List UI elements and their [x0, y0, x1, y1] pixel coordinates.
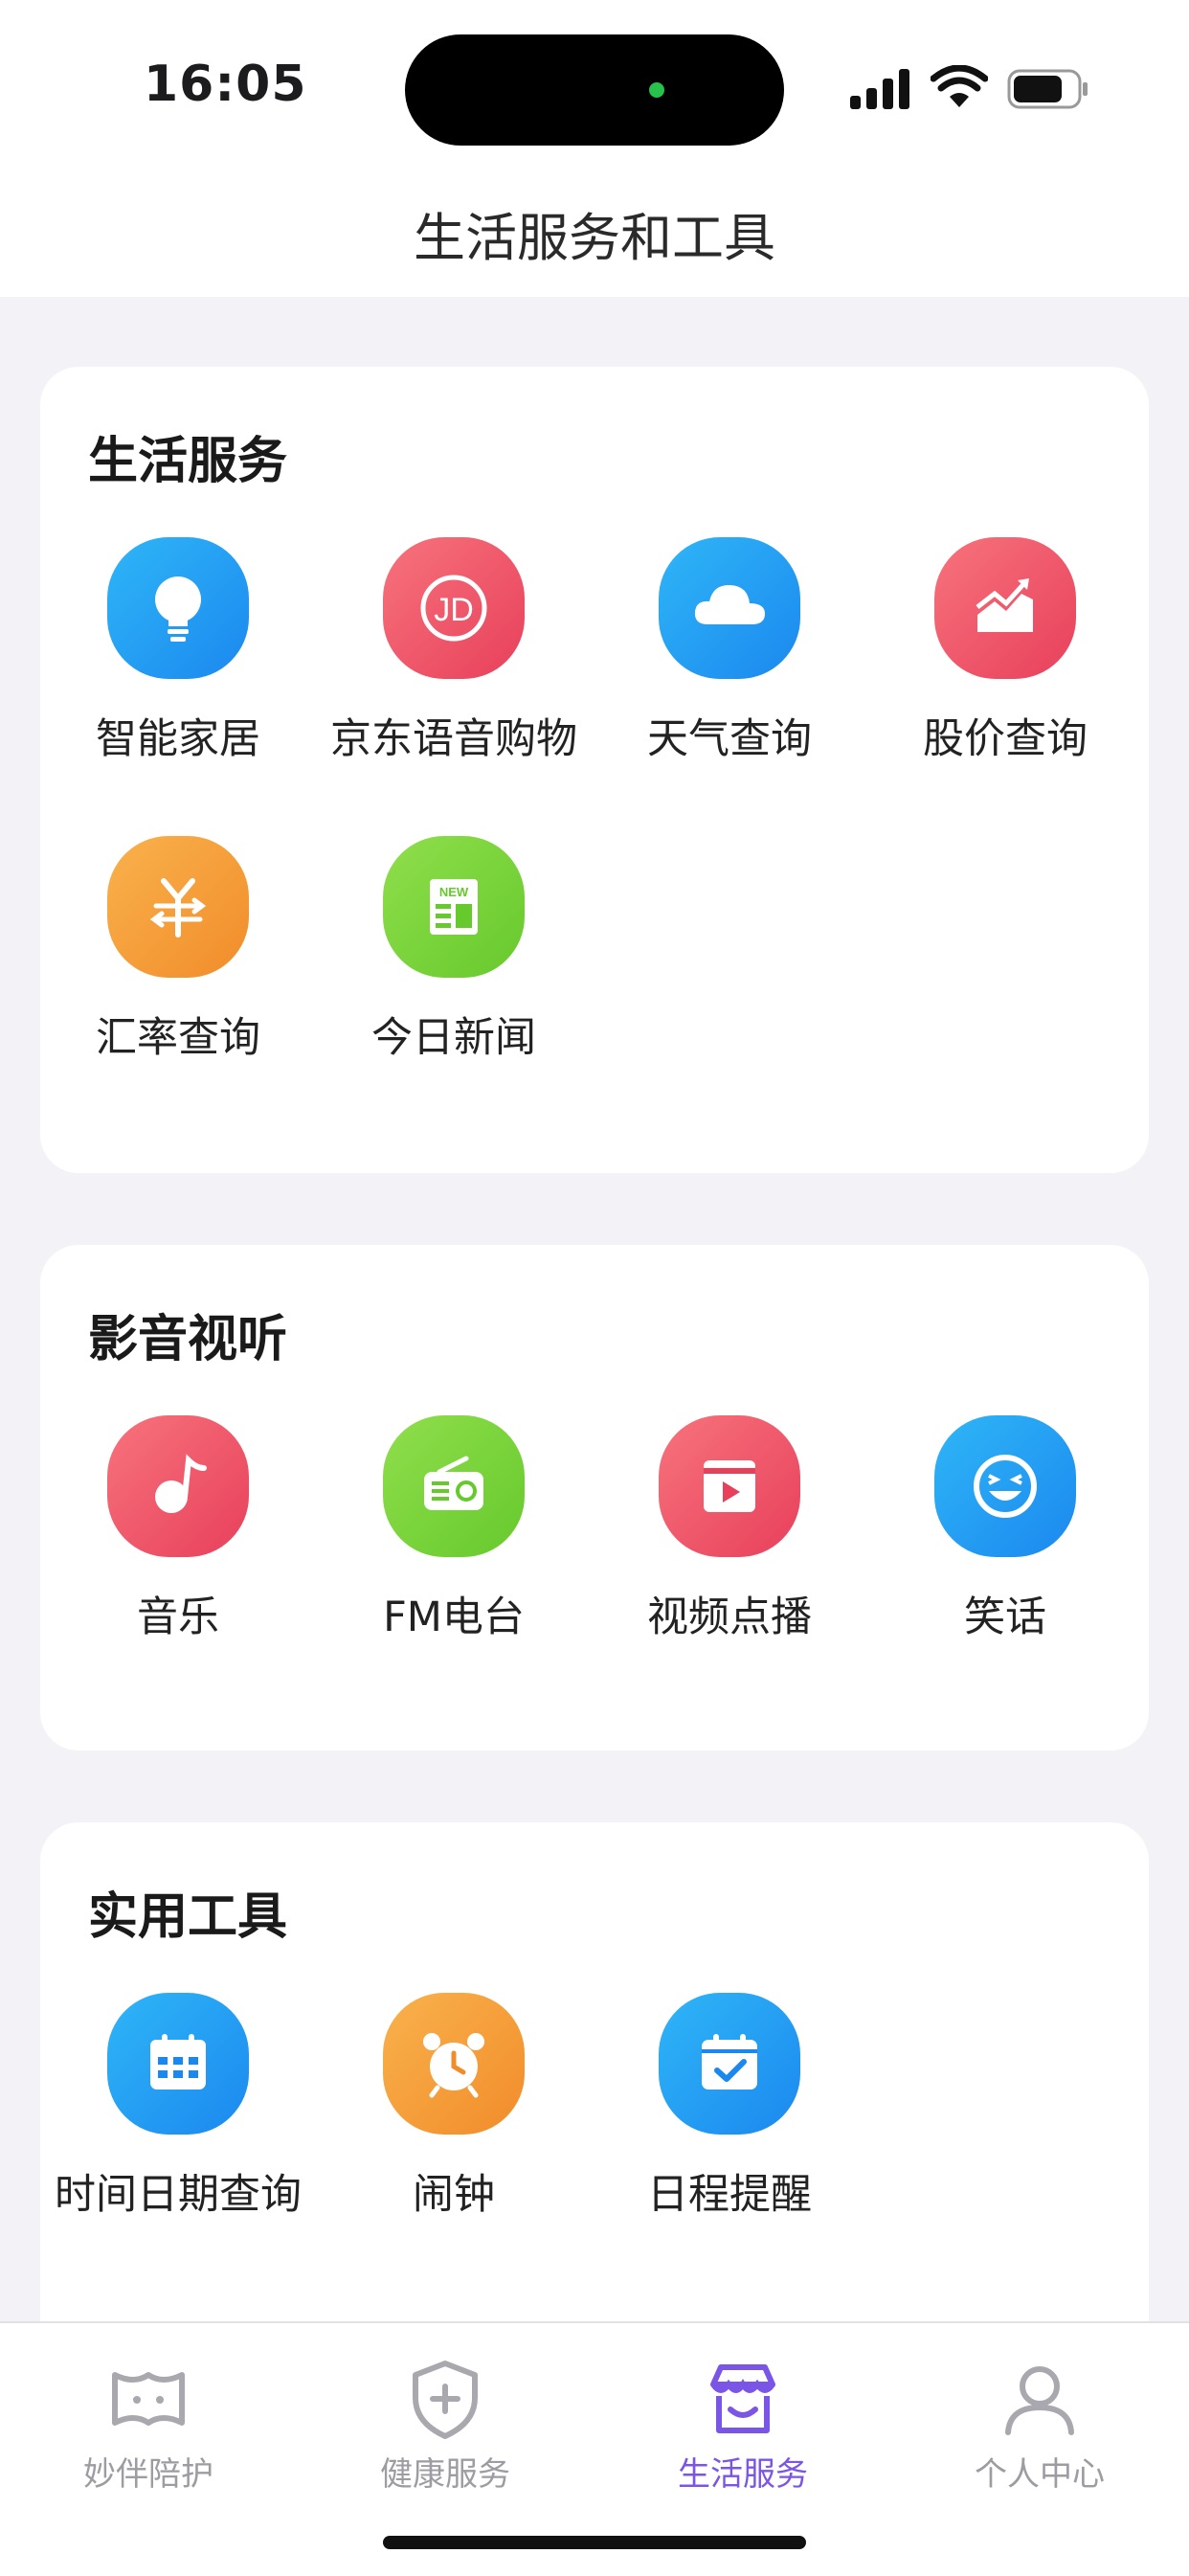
- tab-label: 健康服务: [380, 2455, 510, 2494]
- service-label: 京东语音购物: [330, 715, 577, 763]
- tab-label: 个人中心: [975, 2455, 1105, 2494]
- section-media: 影音视听 音乐 FM电台 视频点播 笑话: [40, 1245, 1149, 1751]
- tab-label: 生活服务: [678, 2455, 808, 2494]
- calendar-icon: [107, 1993, 249, 2135]
- svg-text:NEW: NEW: [439, 885, 469, 899]
- battery-icon: [1007, 69, 1088, 109]
- tab-profile[interactable]: 个人中心: [891, 2342, 1188, 2494]
- service-label: 今日新闻: [371, 1014, 536, 1062]
- dynamic-island: [405, 34, 784, 146]
- store-icon: [710, 2364, 775, 2433]
- page-title: 生活服务和工具: [414, 208, 775, 268]
- alarm-clock-icon: [383, 1993, 525, 2135]
- schedule-check-icon: [659, 1993, 800, 2135]
- section-life-services: 生活服务 智能家居 JD 京东语音购物 天气查询 股价查询 汇率查询 NEW 今…: [40, 367, 1149, 1173]
- service-jokes[interactable]: 笑话: [867, 1415, 1143, 1664]
- laughing-face-icon: [934, 1415, 1076, 1557]
- service-music[interactable]: 音乐: [40, 1415, 316, 1664]
- tool-label: 时间日期查询: [55, 2171, 302, 2219]
- service-label: 笑话: [964, 1593, 1046, 1641]
- tool-alarm-clock[interactable]: 闹钟: [316, 1993, 592, 2242]
- health-shield-icon: [413, 2361, 478, 2439]
- lightbulb-icon: [107, 537, 249, 679]
- cellular-signal-icon: [850, 69, 909, 109]
- service-label: 天气查询: [647, 715, 812, 763]
- status-bar: 16:05: [0, 0, 1189, 172]
- currency-exchange-icon: [107, 836, 249, 978]
- cloud-icon: [659, 537, 800, 679]
- tab-life-services[interactable]: 生活服务: [594, 2342, 891, 2494]
- music-note-icon: [107, 1415, 249, 1557]
- section-title: 实用工具: [88, 1888, 288, 1946]
- jd-logo-icon: JD: [383, 537, 525, 679]
- profile-icon: [1005, 2366, 1074, 2435]
- service-jd-shopping[interactable]: JD 京东语音购物: [316, 537, 592, 786]
- service-exchange-rate[interactable]: 汇率查询: [40, 836, 316, 1085]
- stock-chart-icon: [934, 537, 1076, 679]
- section-title: 影音视听: [88, 1311, 288, 1368]
- radio-icon: [383, 1415, 525, 1557]
- tab-label: 妙伴陪护: [83, 2455, 213, 2494]
- service-video-on-demand[interactable]: 视频点播: [592, 1415, 867, 1664]
- service-stock[interactable]: 股价查询: [867, 537, 1143, 786]
- video-play-icon: [659, 1415, 800, 1557]
- section-title: 生活服务: [88, 433, 288, 490]
- service-label: FM电台: [383, 1593, 525, 1641]
- tool-label: 闹钟: [413, 2171, 495, 2219]
- wifi-icon: [931, 65, 988, 107]
- camera-indicator-dot: [649, 82, 664, 98]
- home-indicator[interactable]: [383, 2536, 806, 2549]
- tool-label: 日程提醒: [647, 2171, 812, 2219]
- service-weather[interactable]: 天气查询: [592, 537, 867, 786]
- service-fm-radio[interactable]: FM电台: [316, 1415, 592, 1664]
- companion-icon: [112, 2372, 185, 2426]
- service-daily-news[interactable]: NEW 今日新闻: [316, 836, 592, 1085]
- tool-date-time[interactable]: 时间日期查询: [40, 1993, 316, 2242]
- service-label: 音乐: [137, 1593, 219, 1641]
- nav-header: 生活服务和工具: [0, 172, 1189, 297]
- section-tools: 实用工具 时间日期查询 闹钟 日程提醒: [40, 1822, 1149, 2359]
- tab-health[interactable]: 健康服务: [297, 2342, 594, 2494]
- tab-companion[interactable]: 妙伴陪护: [0, 2342, 297, 2494]
- news-icon: NEW: [383, 836, 525, 978]
- service-smart-home[interactable]: 智能家居: [40, 537, 316, 786]
- service-label: 智能家居: [96, 715, 260, 763]
- service-label: 汇率查询: [96, 1014, 260, 1062]
- status-time: 16:05: [144, 56, 307, 113]
- svg-text:JD: JD: [434, 592, 474, 628]
- service-label: 视频点播: [647, 1593, 812, 1641]
- tool-schedule-reminder[interactable]: 日程提醒: [592, 1993, 867, 2242]
- service-label: 股价查询: [923, 715, 1088, 763]
